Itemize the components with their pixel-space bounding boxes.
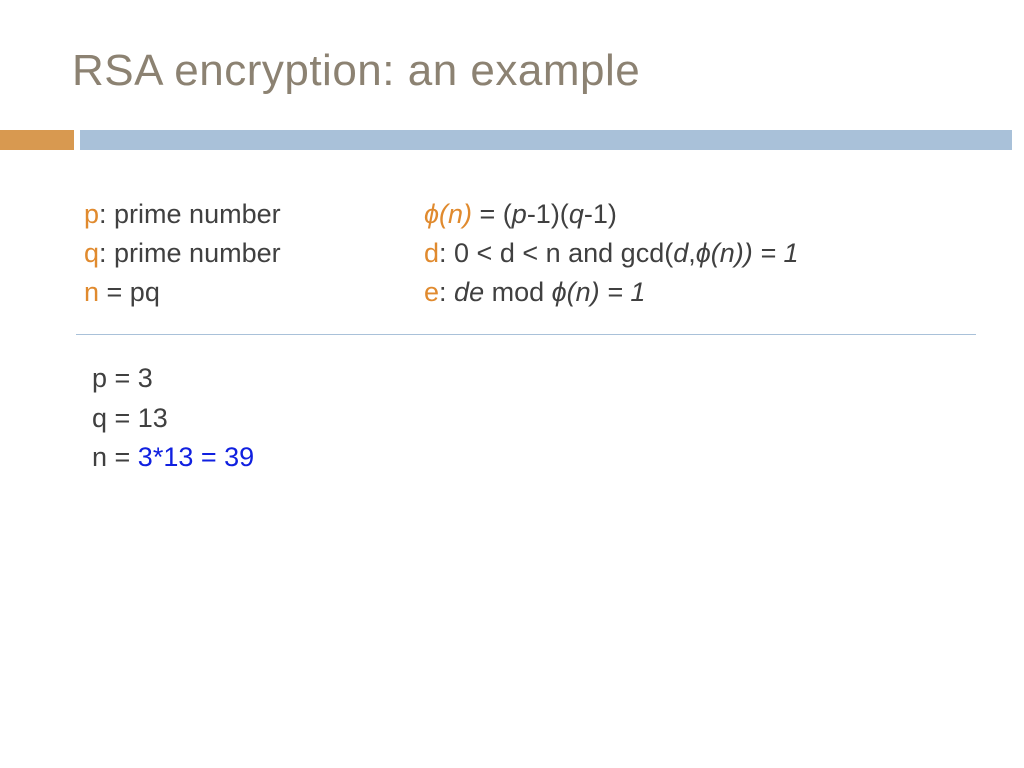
phi-eq: = ( xyxy=(472,199,512,229)
e-phi: ɸ(n) xyxy=(552,277,600,307)
n-symbol: n xyxy=(84,277,99,307)
def-n: n = pq xyxy=(84,273,384,312)
right-column: ɸ(n) = (p-1)(q-1) d: 0 < d < n and gcd(d… xyxy=(424,195,984,312)
left-column: p: prime number q: prime number n = pq xyxy=(84,195,384,312)
def-p: p: prime number xyxy=(84,195,384,234)
e-mod: mod xyxy=(484,277,552,307)
section-divider xyxy=(76,334,976,335)
phi-m1: -1)( xyxy=(527,199,569,229)
slide: RSA encryption: an example p: prime numb… xyxy=(0,0,1024,768)
example-q: q = 13 xyxy=(92,399,984,438)
content-area: p: prime number q: prime number n = pq ɸ… xyxy=(84,195,984,477)
d-d: d xyxy=(673,238,688,268)
e-tail: = 1 xyxy=(600,277,646,307)
d-phi: ɸ(n) xyxy=(696,238,744,268)
d-symbol: d xyxy=(424,238,439,268)
q-symbol: q xyxy=(84,238,99,268)
d-sep: : 0 < d < n and gcd( xyxy=(439,238,673,268)
def-q: q: prime number xyxy=(84,234,384,273)
def-d: d: 0 < d < n and gcd(d,ɸ(n)) = 1 xyxy=(424,234,984,273)
example-p: p = 3 xyxy=(92,359,984,398)
e-symbol: e xyxy=(424,277,439,307)
p-symbol: p xyxy=(84,199,99,229)
d-comma: , xyxy=(688,238,696,268)
d-tail: ) = 1 xyxy=(744,238,799,268)
phi-q: q xyxy=(569,199,584,229)
example-n-value: 3*13 = 39 xyxy=(138,442,254,472)
q-desc: : prime number xyxy=(99,238,281,268)
example-block: p = 3 q = 13 n = 3*13 = 39 xyxy=(84,359,984,476)
e-sep: : xyxy=(439,277,454,307)
accent-bar xyxy=(0,130,1024,150)
definition-columns: p: prime number q: prime number n = pq ɸ… xyxy=(84,195,984,312)
phi-p: p xyxy=(512,199,527,229)
def-phi: ɸ(n) = (p-1)(q-1) xyxy=(424,195,984,234)
e-de: de xyxy=(454,277,484,307)
example-n-prefix: n = xyxy=(92,442,138,472)
def-e: e: de mod ɸ(n) = 1 xyxy=(424,273,984,312)
phi-symbol: ɸ(n) xyxy=(424,199,472,229)
n-desc: = pq xyxy=(99,277,160,307)
accent-bar-blue xyxy=(80,130,1012,150)
example-n: n = 3*13 = 39 xyxy=(92,438,984,477)
slide-title: RSA encryption: an example xyxy=(72,46,640,96)
p-desc: : prime number xyxy=(99,199,281,229)
phi-m2: -1) xyxy=(584,199,617,229)
accent-bar-orange xyxy=(0,130,74,150)
